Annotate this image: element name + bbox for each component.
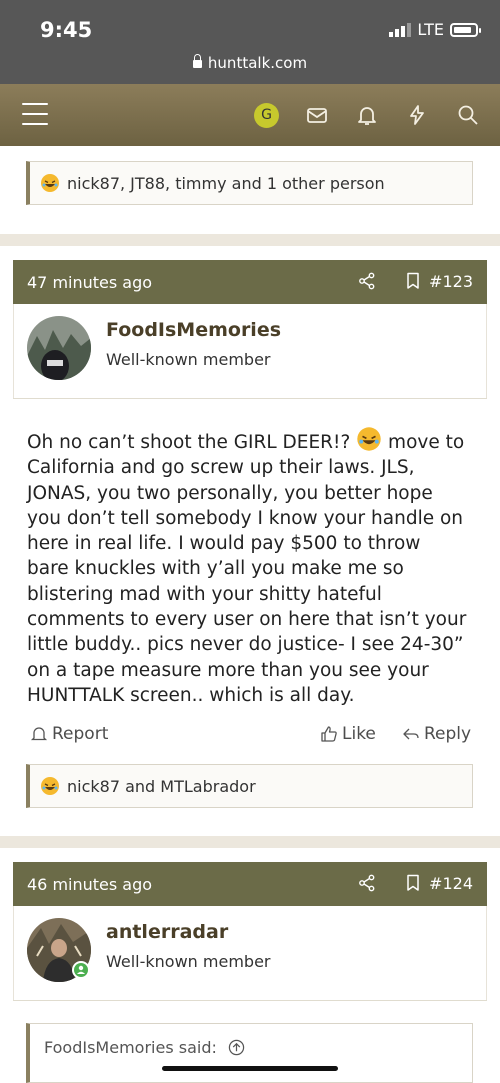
user-block: antlerradar Well-known member [13,906,487,1000]
search-icon[interactable] [456,103,480,127]
post-time[interactable]: 46 minutes ago [27,875,152,894]
reaction-summary[interactable]: nick87 and MTLabrador [26,764,473,808]
lock-icon [192,54,202,68]
status-indicators: LTE [389,20,481,39]
reaction-users: nick87 and MTLabrador [67,776,256,796]
user-role: Well-known member [106,350,271,369]
share-icon[interactable] [358,272,376,290]
post-124: 46 minutes ago #124 antlerradar Well-kno… [0,848,500,1083]
username[interactable]: antlerradar [106,921,228,943]
divider [13,398,487,399]
reaction-users: nick87, JT88, timmy and 1 other person [67,173,385,193]
reply-icon [403,728,419,740]
status-time: 9:45 [40,18,93,42]
previous-post-footer: nick87, JT88, timmy and 1 other person [0,146,500,234]
post-body: Oh no can’t shoot the GIRL DEER!? move t… [27,426,467,708]
status-bar: 9:45 LTE hunttalk.com [0,0,500,84]
share-icon[interactable] [358,874,376,892]
user-block: FoodIsMemories Well-known member [13,304,487,398]
online-status-icon [72,961,90,979]
report-button[interactable]: Report [30,724,108,744]
quote-author[interactable]: FoodIsMemories said: [44,1038,217,1057]
envelope-icon[interactable] [305,103,329,127]
like-button[interactable]: Like [320,724,376,744]
quote-block: FoodIsMemories said: [26,1023,473,1083]
post-time[interactable]: 47 minutes ago [27,273,152,292]
signal-icon [389,22,412,37]
laughing-emoji-icon [41,174,59,192]
laughing-emoji-icon [41,777,59,795]
reply-label: Reply [424,724,472,744]
post-header: 46 minutes ago #124 [13,862,487,906]
url-bar[interactable]: hunttalk.com [0,54,500,72]
bookmark-icon[interactable] [406,874,420,892]
url-text: hunttalk.com [207,54,308,72]
post-body-text-1: Oh no can’t shoot the GIRL DEER!? [27,432,351,453]
battery-icon [450,22,481,37]
site-navbar: G [0,84,500,146]
post-123: 47 minutes ago #123 FoodIsMemories Well-… [0,246,500,836]
post-header: 47 minutes ago #123 [13,260,487,304]
user-avatar[interactable]: G [254,103,279,128]
home-indicator[interactable] [162,1066,338,1071]
like-label: Like [342,724,376,744]
arrow-up-circle-icon[interactable] [228,1039,245,1056]
username[interactable]: FoodIsMemories [106,319,281,341]
post-number[interactable]: #124 [429,874,473,893]
laughing-emoji-icon [357,427,381,451]
bookmark-icon[interactable] [406,272,420,290]
reply-button[interactable]: Reply [402,724,471,744]
avatar[interactable] [27,316,91,380]
bell-icon [30,727,48,741]
menu-icon[interactable] [22,103,48,125]
divider [13,1000,487,1001]
thumbs-up-icon [321,726,337,742]
lightning-icon[interactable] [405,103,429,127]
user-role: Well-known member [106,952,271,971]
bell-icon[interactable] [355,103,379,127]
network-label: LTE [417,20,444,39]
post-body-text-2: move to California and go screw up their… [27,432,467,706]
post-number[interactable]: #123 [429,272,473,291]
reaction-summary[interactable]: nick87, JT88, timmy and 1 other person [26,161,473,205]
report-label: Report [52,724,109,744]
